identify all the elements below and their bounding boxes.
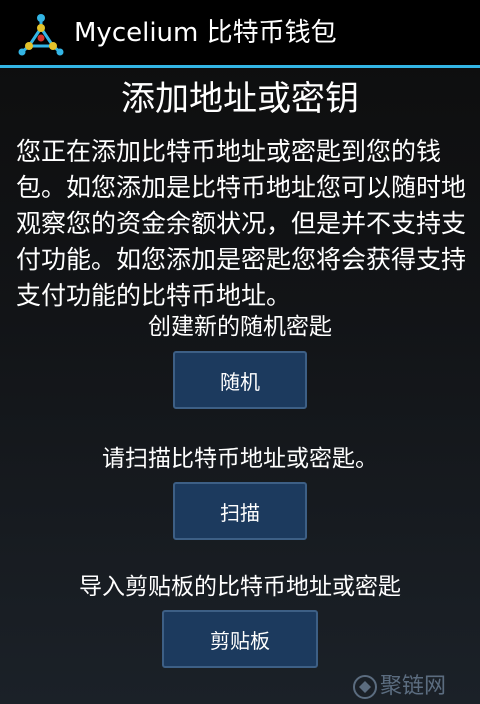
clipboard-label: 导入剪贴板的比特币地址或密匙 [79, 574, 401, 600]
description-text: 您正在添加比特币地址或密匙到您的钱包。如您添加是比特币地址您可以随时地观察您的资… [16, 137, 467, 310]
random-button[interactable]: 随机 [173, 351, 307, 409]
mycelium-logo-icon[interactable] [18, 12, 64, 58]
random-key-label: 创建新的随机密匙 [148, 314, 332, 340]
watermark: 聚链网 [352, 672, 476, 702]
scan-button[interactable]: 扫描 [173, 482, 307, 540]
watermark-logo-icon [353, 675, 377, 699]
action-bar: Mycelium 比特币钱包 [0, 0, 480, 68]
watermark-text: 聚链网 [380, 674, 447, 699]
scan-label: 请扫描比特币地址或密匙。 [102, 446, 378, 472]
page-title: 添加地址或密钥 [121, 79, 359, 119]
clipboard-button[interactable]: 剪贴板 [162, 610, 318, 668]
app-title: Mycelium 比特币钱包 [74, 18, 337, 48]
